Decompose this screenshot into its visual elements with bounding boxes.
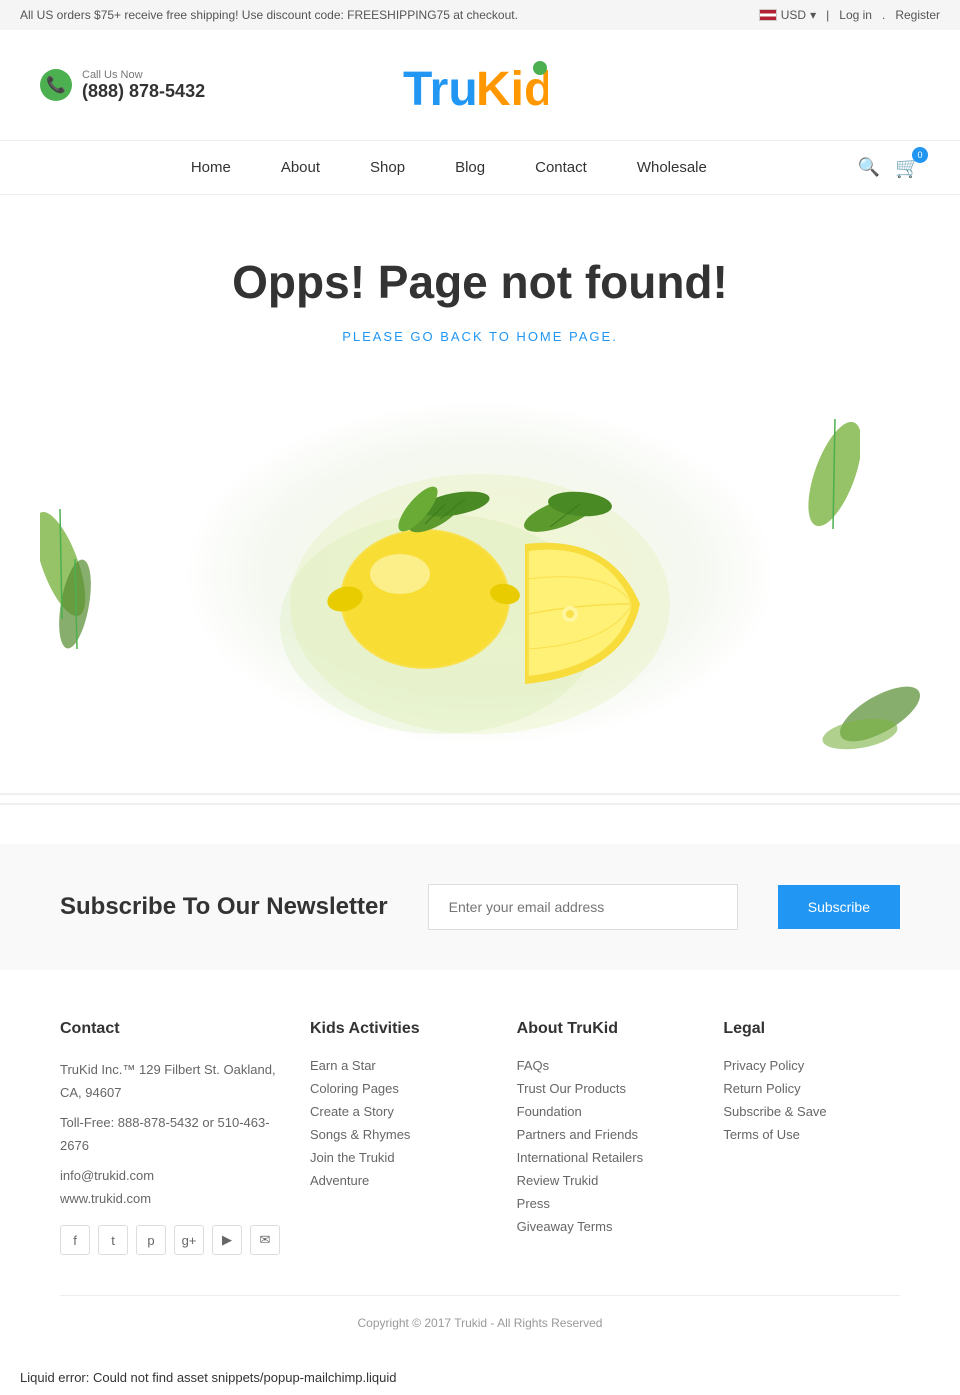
footer-link-giveaway[interactable]: Giveaway Terms xyxy=(517,1219,694,1234)
phone-icon: 📞 xyxy=(40,69,72,101)
footer-about-column: About TruKid FAQs Trust Our Products Fou… xyxy=(517,1020,694,1255)
nav-item-shop[interactable]: Shop xyxy=(345,141,430,194)
footer-kids-activities-column: Kids Activities Earn a Star Coloring Pag… xyxy=(310,1020,487,1255)
nav-items: Home About Shop Blog Contact Wholesale xyxy=(40,141,858,194)
footer-grid: Contact TruKid Inc.™ 129 Filbert St. Oak… xyxy=(60,1020,900,1255)
footer-link-faqs[interactable]: FAQs xyxy=(517,1058,694,1073)
nav-item-about[interactable]: About xyxy=(256,141,345,194)
footer-website[interactable]: www.trukid.com xyxy=(60,1187,280,1210)
phone-number[interactable]: (888) 878-5432 xyxy=(82,81,205,102)
lemon-main-svg xyxy=(270,404,690,744)
email-icon[interactable]: ✉ xyxy=(250,1225,280,1255)
footer-link-partners[interactable]: Partners and Friends xyxy=(517,1127,694,1142)
footer-link-press[interactable]: Press xyxy=(517,1196,694,1211)
footer-link-earn-star[interactable]: Earn a Star xyxy=(310,1058,487,1073)
nav-item-home[interactable]: Home xyxy=(166,141,256,194)
liquid-error-bar: Liquid error: Could not find asset snipp… xyxy=(0,1360,960,1395)
call-label: Call Us Now xyxy=(82,69,205,81)
go-home-link[interactable]: PLEASE GO BACK TO HOME PAGE. xyxy=(342,329,618,344)
login-link[interactable]: Log in xyxy=(839,8,872,22)
footer-link-international[interactable]: International Retailers xyxy=(517,1150,694,1165)
register-link[interactable]: Register xyxy=(895,8,940,22)
footer-link-coloring[interactable]: Coloring Pages xyxy=(310,1081,487,1096)
top-bar: All US orders $75+ receive free shipping… xyxy=(0,0,960,30)
footer-link-join[interactable]: Join the Trukid xyxy=(310,1150,487,1165)
copyright-text: Copyright © 2017 Trukid - All Rights Res… xyxy=(358,1316,603,1330)
footer-contact-title: Contact xyxy=(60,1020,280,1038)
footer-link-songs[interactable]: Songs & Rhymes xyxy=(310,1127,487,1142)
footer-link-review[interactable]: Review Trukid xyxy=(517,1173,694,1188)
logo[interactable]: Tru Kid xyxy=(398,50,548,120)
youtube-icon[interactable]: ▶ xyxy=(212,1225,242,1255)
us-flag-icon xyxy=(759,9,777,21)
footer-email[interactable]: info@trukid.com xyxy=(60,1164,280,1187)
footer-legal-column: Legal Privacy Policy Return Policy Subsc… xyxy=(723,1020,900,1255)
phone-area: 📞 Call Us Now (888) 878-5432 xyxy=(40,69,205,102)
liquid-error-text: Liquid error: Could not find asset snipp… xyxy=(20,1370,397,1385)
footer-legal-title: Legal xyxy=(723,1020,900,1038)
facebook-icon[interactable]: f xyxy=(60,1225,90,1255)
currency-selector[interactable]: USD ▾ xyxy=(759,8,816,22)
pinterest-icon[interactable]: p xyxy=(136,1225,166,1255)
footer-link-foundation[interactable]: Foundation xyxy=(517,1104,694,1119)
footer-link-trust[interactable]: Trust Our Products xyxy=(517,1081,694,1096)
footer-address: TruKid Inc.™ 129 Filbert St. Oakland, CA… xyxy=(60,1058,280,1105)
footer-link-return[interactable]: Return Policy xyxy=(723,1081,900,1096)
nav-item-contact[interactable]: Contact xyxy=(510,141,612,194)
newsletter-title: Subscribe To Our Newsletter xyxy=(60,893,388,921)
footer-link-privacy[interactable]: Privacy Policy xyxy=(723,1058,900,1073)
footer: Contact TruKid Inc.™ 129 Filbert St. Oak… xyxy=(0,970,960,1360)
newsletter-section: Subscribe To Our Newsletter Subscribe xyxy=(0,844,960,970)
nav-item-blog[interactable]: Blog xyxy=(430,141,510,194)
newsletter-subscribe-button[interactable]: Subscribe xyxy=(778,885,900,929)
googleplus-icon[interactable]: g+ xyxy=(174,1225,204,1255)
footer-copyright: Copyright © 2017 Trukid - All Rights Res… xyxy=(60,1295,900,1330)
currency-chevron-icon: ▾ xyxy=(810,8,816,22)
header: 📞 Call Us Now (888) 878-5432 Tru Kid xyxy=(0,30,960,140)
footer-tollfree: Toll-Free: 888-878-5432 or 510-463-2676 xyxy=(60,1111,280,1158)
logo-area[interactable]: Tru Kid xyxy=(205,50,740,120)
footer-link-terms[interactable]: Terms of Use xyxy=(723,1127,900,1142)
nav-item-wholesale[interactable]: Wholesale xyxy=(612,141,732,194)
svg-text:Tru: Tru xyxy=(403,63,478,116)
leaf-left-icon xyxy=(40,484,120,684)
leaf-bottom-right-icon xyxy=(820,644,920,764)
twitter-icon[interactable]: t xyxy=(98,1225,128,1255)
top-bar-right: USD ▾ | Log in . Register xyxy=(759,8,940,22)
footer-link-create-story[interactable]: Create a Story xyxy=(310,1104,487,1119)
error-title: Opps! Page not found! xyxy=(40,255,920,309)
footer-link-adventure[interactable]: Adventure xyxy=(310,1173,487,1188)
currency-label: USD xyxy=(781,8,806,22)
error-subtitle: PLEASE GO BACK TO HOME PAGE. xyxy=(40,329,920,344)
navigation: Home About Shop Blog Contact Wholesale 🔍… xyxy=(0,140,960,195)
promo-text: All US orders $75+ receive free shipping… xyxy=(20,8,518,22)
nav-icons: 🔍 🛒 0 xyxy=(858,155,920,180)
newsletter-email-input[interactable] xyxy=(428,884,738,930)
social-icons: f t p g+ ▶ ✉ xyxy=(60,1225,280,1255)
logo-svg: Tru Kid xyxy=(398,50,548,120)
divider-lines xyxy=(0,784,960,814)
search-icon[interactable]: 🔍 xyxy=(858,157,880,178)
footer-link-subscribe-save[interactable]: Subscribe & Save xyxy=(723,1104,900,1119)
error-section: Opps! Page not found! PLEASE GO BACK TO … xyxy=(0,195,960,784)
leaf-right-icon xyxy=(800,414,860,564)
divider-svg xyxy=(0,784,960,814)
cart-button[interactable]: 🛒 0 xyxy=(895,155,920,180)
cart-badge: 0 xyxy=(912,147,928,163)
lemon-illustration xyxy=(40,384,920,764)
footer-contact-column: Contact TruKid Inc.™ 129 Filbert St. Oak… xyxy=(60,1020,280,1255)
footer-about-title: About TruKid xyxy=(517,1020,694,1038)
footer-kids-activities-title: Kids Activities xyxy=(310,1020,487,1038)
